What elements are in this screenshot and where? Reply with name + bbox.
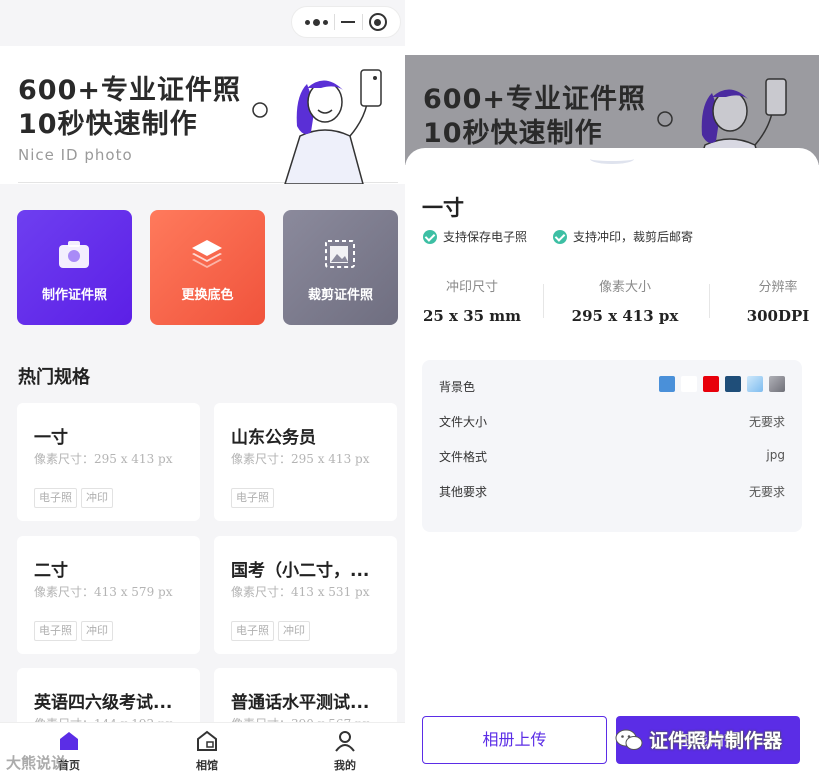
- feature-item: 支持保存电子照: [423, 228, 527, 245]
- hero-banner: 600+专业证件照 10秒快速制作 Nice ID photo: [0, 46, 405, 184]
- other-label: 其他要求: [439, 485, 488, 499]
- bg-color-swatches: [659, 376, 785, 392]
- spec-tag: 电子照: [231, 488, 274, 508]
- file-size-row: 文件大小 无要求: [439, 413, 785, 433]
- spec-pixel-size: 像素尺寸：295 x 413 px: [231, 452, 370, 466]
- measure-label: 分辨率: [758, 280, 798, 295]
- make-id-photo-button[interactable]: 制作证件照: [17, 210, 132, 325]
- tab-studio[interactable]: 相馆: [177, 729, 237, 773]
- measure-divider: [709, 284, 710, 318]
- tab-profile[interactable]: 我的: [315, 729, 375, 773]
- miniprogram-capsule: [291, 6, 401, 38]
- home-screen: 600+专业证件照 10秒快速制作 Nice ID photo 制作证件照 更换…: [0, 0, 405, 780]
- minimize-icon[interactable]: [341, 21, 356, 23]
- resolution-measure: 分辨率 300DPI: [738, 276, 818, 325]
- spec-name: 国考（小二寸，...: [231, 561, 370, 581]
- make-id-photo-label: 制作证件照: [41, 288, 107, 303]
- measure-value: 295 x 413 px: [571, 307, 679, 325]
- tab-profile-label: 我的: [334, 759, 356, 772]
- feature-label: 支持保存电子照: [443, 230, 528, 244]
- hero-title-line2: 10秒快速制作: [423, 118, 603, 149]
- spec-tag: 冲印: [278, 621, 310, 641]
- color-swatch-light-blue[interactable]: [747, 376, 763, 392]
- watermark-text: 证件照片制作器: [649, 730, 783, 752]
- spec-pixel-size: 像素尺寸：295 x 413 px: [34, 452, 173, 466]
- measure-divider: [543, 284, 544, 318]
- bg-label: 背景色: [439, 380, 476, 394]
- detail-title: 一寸: [422, 196, 464, 220]
- quick-actions: 制作证件照 更换底色 裁剪证件照: [17, 210, 398, 325]
- color-swatch-red[interactable]: [703, 376, 719, 392]
- hot-specs-title: 热门规格: [18, 367, 90, 388]
- pixel-size-measure: 像素大小 295 x 413 px: [570, 276, 680, 325]
- spec-tag: 电子照: [231, 621, 274, 641]
- spec-tag: 冲印: [81, 488, 113, 508]
- change-background-button[interactable]: 更换底色: [150, 210, 265, 325]
- camera-icon: [59, 241, 89, 268]
- spec-detail-screen: 600+专业证件照 10秒快速制作 一寸 支持保存电子照 支持冲印，裁剪后邮寄 …: [405, 0, 819, 780]
- check-circle-icon: [423, 229, 437, 244]
- color-swatch-gray[interactable]: [769, 376, 785, 392]
- spec-tag: 电子照: [34, 488, 77, 508]
- spec-tag: 冲印: [81, 621, 113, 641]
- measure-label: 像素大小: [598, 280, 651, 295]
- user-icon: [335, 731, 355, 752]
- requirements-panel: 背景色 文件大小 无要求 文件格式 jpg 其他要求 无要求: [422, 360, 802, 532]
- spec-card[interactable]: 一寸 像素尺寸：295 x 413 px 电子照 冲印: [17, 403, 200, 521]
- measure-value: 25 x 35 mm: [422, 307, 522, 325]
- capsule-divider: [361, 14, 363, 30]
- spec-card[interactable]: 二寸 像素尺寸：413 x 579 px 电子照 冲印: [17, 536, 200, 654]
- woman-selfie-illustration: [252, 69, 382, 184]
- spec-name: 山东公务员: [231, 428, 316, 448]
- wechat-icon: [615, 729, 643, 750]
- spec-card[interactable]: 国考（小二寸，... 像素尺寸：413 x 531 px 电子照 冲印: [214, 536, 397, 654]
- print-size-measure: 冲印尺寸 25 x 35 mm: [422, 276, 522, 325]
- check-circle-icon: [553, 229, 567, 244]
- spec-name: 普通话水平测试...: [231, 693, 370, 713]
- background-color-row: 背景色: [439, 376, 785, 398]
- layers-icon: [192, 240, 222, 268]
- change-background-label: 更换底色: [181, 288, 234, 303]
- file-format-label: 文件格式: [439, 450, 488, 464]
- file-format-row: 文件格式 jpg: [439, 448, 785, 468]
- spec-detail-sheet: 一寸 支持保存电子照 支持冲印，裁剪后邮寄 冲印尺寸 25 x 35 mm 像素…: [405, 148, 819, 780]
- feature-item: 支持冲印，裁剪后邮寄: [553, 228, 693, 245]
- feature-label: 支持冲印，裁剪后邮寄: [573, 230, 694, 244]
- measure-label: 冲印尺寸: [445, 280, 498, 295]
- spec-name: 二寸: [34, 561, 68, 581]
- capsule-divider: [334, 14, 336, 30]
- spec-card[interactable]: 山东公务员 像素尺寸：295 x 413 px 电子照: [214, 403, 397, 521]
- hero-title-line2: 10秒快速制作: [18, 109, 198, 140]
- hero-subtitle: Nice ID photo: [18, 146, 133, 164]
- tab-studio-label: 相馆: [196, 759, 218, 772]
- other-requirements-row: 其他要求 无要求: [439, 483, 785, 503]
- file-format-value: jpg: [766, 448, 785, 462]
- file-size-value: 无要求: [748, 415, 785, 429]
- color-swatch-navy[interactable]: [725, 376, 741, 392]
- target-icon[interactable]: [368, 13, 387, 31]
- studio-icon: [197, 730, 217, 751]
- sheet-handle[interactable]: [590, 154, 634, 164]
- color-swatch-white[interactable]: [681, 376, 697, 392]
- watermark-left: 大熊说说: [6, 754, 67, 772]
- watermark-right: 证件照片制作器: [615, 726, 782, 753]
- crop-id-photo-label: 裁剪证件照: [307, 288, 373, 303]
- file-size-label: 文件大小: [439, 415, 488, 429]
- crop-id-photo-button[interactable]: 裁剪证件照: [283, 210, 398, 325]
- crop-image-icon: [325, 240, 355, 268]
- spec-name: 一寸: [34, 428, 68, 448]
- other-value: 无要求: [748, 485, 785, 499]
- measure-value: 300DPI: [746, 307, 810, 325]
- home-icon: [60, 732, 78, 750]
- album-upload-button[interactable]: 相册上传: [422, 716, 607, 764]
- color-swatch-blue[interactable]: [659, 376, 675, 392]
- spec-name: 英语四六级考试...: [34, 693, 173, 713]
- spec-tag: 电子照: [34, 621, 77, 641]
- more-dots-icon[interactable]: [305, 18, 329, 26]
- spec-pixel-size: 像素尺寸：413 x 579 px: [34, 585, 173, 599]
- spec-pixel-size: 像素尺寸：413 x 531 px: [231, 585, 370, 599]
